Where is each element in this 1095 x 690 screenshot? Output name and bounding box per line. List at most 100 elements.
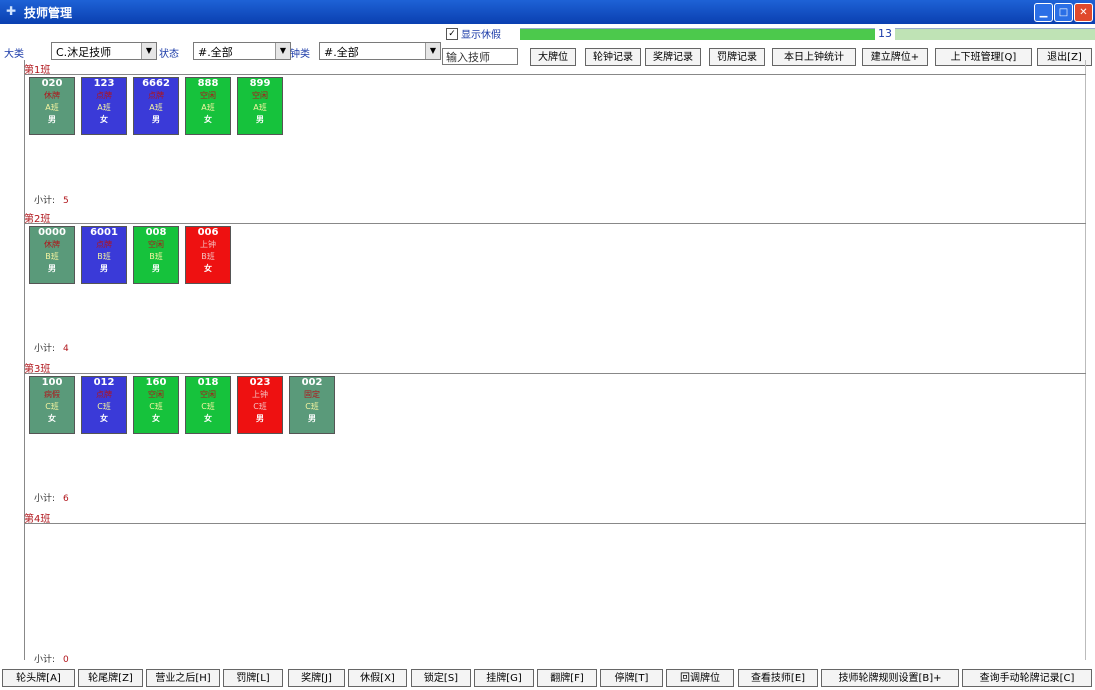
tech-card[interactable]: 0000 休牌 B班男	[29, 226, 75, 284]
tech-number: 006	[197, 227, 219, 238]
tech-number: 012	[93, 377, 115, 388]
tech-status: 固定	[304, 390, 320, 399]
title-bar: ✚ 技师管理 ▁ □ ✕	[0, 0, 1095, 24]
tech-number: 888	[197, 78, 219, 89]
show-leave-checkbox[interactable]: ✓	[446, 28, 458, 40]
shift-divider	[24, 74, 1086, 75]
tech-card[interactable]: 002 固定 C班男	[289, 376, 335, 434]
tech-status: 休牌	[44, 240, 60, 249]
tech-card[interactable]: 100 病假 C班女	[29, 376, 75, 434]
tech-sex: 女	[204, 264, 212, 273]
lock-button[interactable]: 锁定[S]	[411, 669, 471, 687]
chevron-down-icon[interactable]: ▼	[141, 43, 156, 59]
manual-rotation-log-button[interactable]: 查询手动轮牌记录[C]	[962, 669, 1092, 687]
tech-shift: A班	[253, 103, 267, 112]
tech-status: 上钟	[252, 390, 268, 399]
category-select[interactable]: C.沐足技师 ▼	[51, 42, 157, 60]
tech-card[interactable]: 008 空闲 B班男	[133, 226, 179, 284]
tech-status: 点牌	[96, 240, 112, 249]
tech-sex: 男	[256, 414, 264, 423]
type-value: #.全部	[324, 46, 359, 59]
view-technician-button[interactable]: 查看技师[E]	[738, 669, 818, 687]
category-label: 大类	[4, 49, 24, 60]
status-value: #.全部	[198, 46, 233, 59]
tech-status: 空闲	[148, 390, 164, 399]
maximize-button[interactable]: □	[1054, 3, 1073, 22]
subtotal-count: 0	[63, 655, 69, 665]
tech-card[interactable]: 6001 点牌 B班男	[81, 226, 127, 284]
shift-divider	[24, 373, 1086, 374]
app-icon: ✚	[6, 4, 17, 18]
rotation-rules-button[interactable]: 技师轮牌规则设置[B]+	[821, 669, 959, 687]
tech-status: 上钟	[200, 240, 216, 249]
tech-sex: 女	[204, 414, 212, 423]
tech-number: 023	[249, 377, 271, 388]
status-label: 状态	[159, 49, 179, 60]
tech-number: 123	[93, 78, 115, 89]
tech-card[interactable]: 018 空闲 C班女	[185, 376, 231, 434]
tech-card[interactable]: 023 上钟 C班男	[237, 376, 283, 434]
tech-sex: 男	[48, 115, 56, 124]
tech-sex: 男	[100, 264, 108, 273]
after-business-button[interactable]: 营业之后[H]	[146, 669, 220, 687]
stop-card-button[interactable]: 停牌[T]	[600, 669, 663, 687]
bottom-toolbar: 轮头牌[A] 轮尾牌[Z] 营业之后[H] 罚牌[L] 奖牌[J] 休假[X] …	[0, 667, 1095, 690]
shift-panel-2: 第2班 0000 休牌 B班男 6001 点牌 B班男 008 空闲 B班男 006 上钟 B班女 小…	[24, 212, 1086, 357]
tech-shift: A班	[149, 103, 163, 112]
subtotal: 小计: 6	[34, 494, 69, 504]
tech-card[interactable]: 6662 点牌 A班男	[133, 77, 179, 135]
tech-card[interactable]: 020 休牌 A班男	[29, 77, 75, 135]
tech-shift: B班	[97, 252, 111, 261]
tech-shift: C班	[305, 402, 319, 411]
tech-card[interactable]: 012 点牌 C班女	[81, 376, 127, 434]
progress-fill	[520, 29, 877, 40]
penalty-button[interactable]: 罚牌[L]	[223, 669, 283, 687]
tech-sex: 女	[100, 414, 108, 423]
progress-value: 13	[875, 27, 895, 40]
tech-card[interactable]: 899 空闲 A班男	[237, 77, 283, 135]
subtotal-count: 6	[63, 494, 69, 504]
type-label: 钟类	[290, 49, 310, 60]
reward-button[interactable]: 奖牌[J]	[288, 669, 345, 687]
progress-bar: 13	[520, 27, 1095, 40]
window-title: 技师管理	[24, 6, 73, 20]
type-select[interactable]: #.全部 ▼	[319, 42, 441, 60]
chevron-down-icon[interactable]: ▼	[275, 43, 290, 59]
subtotal: 小计: 0	[34, 655, 69, 665]
flip-card-button[interactable]: 翻牌[F]	[537, 669, 597, 687]
tech-sex: 男	[48, 264, 56, 273]
tech-status: 空闲	[252, 91, 268, 100]
rotate-tail-button[interactable]: 轮尾牌[Z]	[78, 669, 143, 687]
tech-status: 空闲	[148, 240, 164, 249]
tech-card[interactable]: 888 空闲 A班女	[185, 77, 231, 135]
tech-number: 0000	[38, 227, 66, 238]
tech-shift: A班	[201, 103, 215, 112]
shift-panel-1: 第1班 020 休牌 A班男 123 点牌 A班女 6662 点牌 A班男 888 空闲 A班女 899…	[24, 63, 1086, 208]
subtotal: 小计: 5	[34, 196, 69, 206]
tech-sex: 男	[152, 115, 160, 124]
minimize-button[interactable]: ▁	[1034, 3, 1053, 22]
restore-board-button[interactable]: 回调牌位	[666, 669, 734, 687]
subtotal: 小计: 4	[34, 344, 69, 354]
tech-status: 病假	[44, 390, 60, 399]
tech-status: 空闲	[200, 390, 216, 399]
tech-card[interactable]: 160 空闲 C班女	[133, 376, 179, 434]
chevron-down-icon[interactable]: ▼	[425, 43, 440, 59]
subtotal-count: 5	[63, 196, 69, 206]
tech-shift: C班	[201, 402, 215, 411]
tech-status: 点牌	[148, 91, 164, 100]
close-button[interactable]: ✕	[1074, 3, 1093, 22]
hang-card-button[interactable]: 挂牌[G]	[474, 669, 534, 687]
tech-shift: B班	[149, 252, 163, 261]
category-value: C.沐足技师	[56, 46, 112, 59]
rotate-head-button[interactable]: 轮头牌[A]	[2, 669, 75, 687]
tech-card[interactable]: 123 点牌 A班女	[81, 77, 127, 135]
show-leave-label: 显示休假	[461, 30, 501, 41]
tech-sex: 男	[308, 414, 316, 423]
tech-status: 点牌	[96, 91, 112, 100]
tech-number: 6662	[142, 78, 170, 89]
leave-button[interactable]: 休假[X]	[348, 669, 407, 687]
status-select[interactable]: #.全部 ▼	[193, 42, 291, 60]
tech-shift: C班	[45, 402, 59, 411]
tech-card[interactable]: 006 上钟 B班女	[185, 226, 231, 284]
